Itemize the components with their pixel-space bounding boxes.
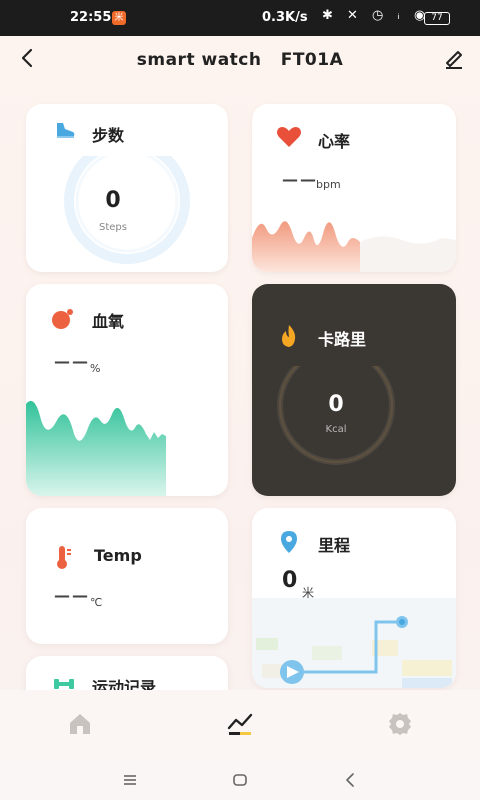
chart-icon[interactable] <box>226 710 254 738</box>
status-time: 22:55 <box>70 10 112 25</box>
temperature-title: Temp <box>94 546 142 565</box>
heart-rate-value: —— <box>282 170 318 189</box>
calories-title: 卡路里 <box>318 330 367 349</box>
steps-title: 步数 <box>92 126 125 145</box>
steps-value: 0 <box>105 188 121 213</box>
menu-icon[interactable] <box>122 772 138 788</box>
steps-progress-ring <box>64 156 190 264</box>
calories-unit: Kcal <box>325 424 347 435</box>
bottom-nav-bar <box>0 690 480 760</box>
flame-icon <box>282 325 296 347</box>
status-icons: ✱ ✕ ◷ ᵢ ◉ <box>322 8 431 23</box>
calories-card[interactable]: 卡路里 0 Kcal <box>252 284 456 496</box>
thermometer-icon <box>57 546 71 569</box>
gear-icon[interactable] <box>386 710 414 738</box>
steps-card[interactable]: 步数 0 Steps <box>26 104 228 272</box>
edit-pencil-icon[interactable] <box>442 46 466 70</box>
blood-oxygen-unit: % <box>90 362 101 375</box>
oxygen-drop-icon <box>52 309 73 329</box>
heart-rate-title: 心率 <box>318 132 351 151</box>
heart-rate-wave-graph <box>252 221 456 272</box>
app-header: smart watch FT01A <box>0 36 480 84</box>
distance-value: 0 <box>282 568 298 593</box>
heart-rate-unit: bpm <box>316 178 341 191</box>
heart-icon <box>277 127 301 147</box>
shoe-icon <box>57 123 75 138</box>
blood-oxygen-wave-graph <box>26 400 166 496</box>
network-speed: 0.3K/s <box>262 10 308 25</box>
blood-oxygen-title: 血氧 <box>92 312 125 331</box>
home-icon[interactable] <box>66 710 94 738</box>
blood-oxygen-card[interactable]: 血氧 —— % <box>26 284 228 496</box>
status-bar: 22:55 米 0.3K/s ✱ ✕ ◷ ᵢ ◉ 77 <box>0 0 480 36</box>
back-icon[interactable] <box>342 772 358 788</box>
system-nav-bar <box>0 760 480 800</box>
page-title: smart watch FT01A <box>136 50 344 70</box>
temperature-card[interactable]: Temp —— ℃ <box>26 508 228 644</box>
calories-value: 0 <box>328 392 344 417</box>
blood-oxygen-value: —— <box>54 352 90 371</box>
route-map-graphic <box>252 598 456 688</box>
battery-icon: 77 <box>424 12 450 25</box>
temperature-unit: ℃ <box>90 596 103 609</box>
steps-unit: Steps <box>99 222 127 233</box>
temperature-value: —— <box>54 586 90 605</box>
heart-rate-card[interactable]: 心率 —— bpm <box>252 104 456 272</box>
location-pin-icon <box>281 531 297 553</box>
home-square-icon[interactable] <box>232 772 248 788</box>
notification-badge-icon: 米 <box>112 11 126 25</box>
distance-title: 里程 <box>318 536 351 555</box>
distance-card[interactable]: 里程 0 米 <box>252 508 456 688</box>
